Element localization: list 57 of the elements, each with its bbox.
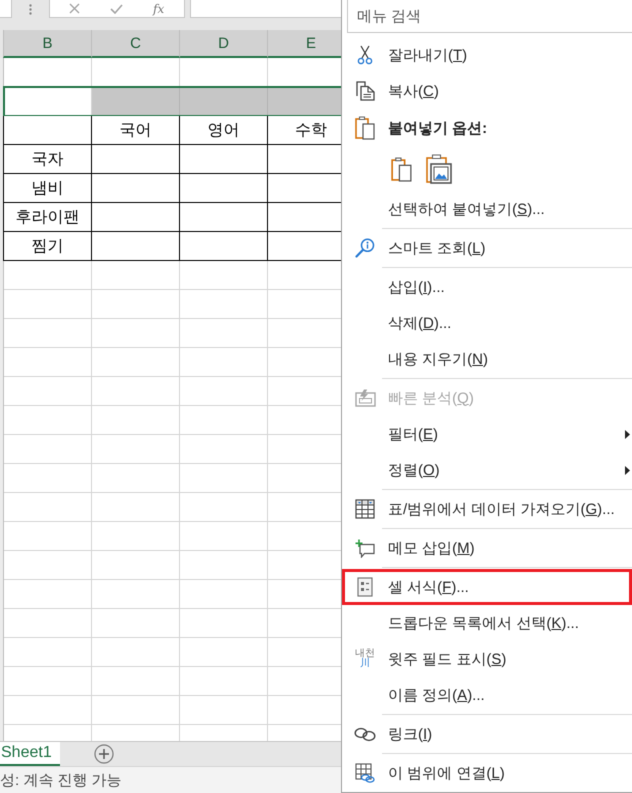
- menu-item[interactable]: 삭제(D)...: [342, 305, 632, 341]
- menu-item[interactable]: 링크(I): [342, 716, 632, 752]
- menu-item[interactable]: 표/범위에서 데이터 가져오기(G)...: [342, 491, 632, 527]
- submenu-arrow-icon: [625, 430, 630, 438]
- table-cell: 찜기: [3, 232, 92, 261]
- menu-search-field[interactable]: 메뉴 검색: [347, 0, 632, 33]
- table-cell: 수학: [268, 116, 341, 145]
- menu-item[interactable]: 삽입(I)...: [342, 269, 632, 305]
- menu-item[interactable]: 필터(E): [342, 416, 632, 452]
- grid-link-icon: [355, 763, 375, 783]
- format-cells-icon: [357, 577, 373, 597]
- column-header[interactable]: D: [180, 30, 268, 58]
- close-icon[interactable]: [69, 3, 80, 14]
- paste-option-button[interactable]: [426, 154, 452, 184]
- table-cell: 국자: [3, 145, 92, 174]
- menu-item[interactable]: 정렬(O): [342, 452, 632, 488]
- scissors-icon: [357, 45, 373, 65]
- column-header[interactable]: C: [92, 30, 180, 58]
- menu-item[interactable]: 이 범위에 연결(L): [342, 755, 632, 791]
- formula-input[interactable]: [190, 0, 341, 18]
- menu-item[interactable]: 선택하여 붙여넣기(S)...: [342, 191, 632, 227]
- sheet-tab[interactable]: Sheet1: [0, 742, 60, 766]
- menu-item[interactable]: 메모 삽입(M): [342, 530, 632, 566]
- info-search-icon: [355, 238, 375, 258]
- menu-item[interactable]: 내천 川 윗주 필드 표시(S): [342, 641, 632, 677]
- add-sheet-icon[interactable]: [94, 744, 114, 764]
- paste-option-button[interactable]: [391, 156, 412, 182]
- name-box[interactable]: [0, 0, 12, 18]
- check-icon[interactable]: [110, 4, 123, 14]
- menu-item[interactable]: 내용 지우기(N): [342, 341, 632, 377]
- column-header[interactable]: E: [268, 30, 341, 58]
- table-icon: [355, 499, 375, 519]
- table-cell: 국어: [92, 116, 180, 145]
- menu-item[interactable]: 이름 정의(A)...: [342, 677, 632, 713]
- status-text: 성: 계속 진행 가능: [0, 770, 122, 790]
- clipboard-picture-icon: [426, 154, 452, 184]
- clipboard-icon: [391, 156, 412, 182]
- table-cell: 냄비: [3, 174, 92, 203]
- phonetic-icon-text: 내천: [355, 649, 375, 659]
- menu-item[interactable]: 드롭다운 목록에서 선택(K)...: [342, 605, 632, 641]
- link-icon: [354, 726, 376, 742]
- menu-item[interactable]: 셀 서식(F)...: [342, 569, 632, 605]
- table-cell: 후라이팬: [3, 203, 92, 232]
- menu-heading: 붙여넣기 옵션:: [388, 118, 488, 138]
- table-cell: 영어: [180, 116, 268, 145]
- phonetic-icon-text: 川: [360, 659, 370, 669]
- comment-plus-icon: [355, 538, 375, 558]
- column-header[interactable]: B: [3, 30, 92, 58]
- copy-icon: [356, 81, 374, 101]
- menu-item[interactable]: 스마트 조회(L): [342, 230, 632, 266]
- lightning-panel-icon: [354, 389, 376, 407]
- vertical-dots-icon[interactable]: [29, 4, 32, 14]
- submenu-arrow-icon: [625, 466, 630, 474]
- clipboard-icon: [355, 116, 375, 140]
- menu-item[interactable]: 복사(C): [342, 73, 632, 109]
- insert-function-button[interactable]: fx: [153, 2, 164, 16]
- menu-item[interactable]: 잘라내기(T): [342, 37, 632, 73]
